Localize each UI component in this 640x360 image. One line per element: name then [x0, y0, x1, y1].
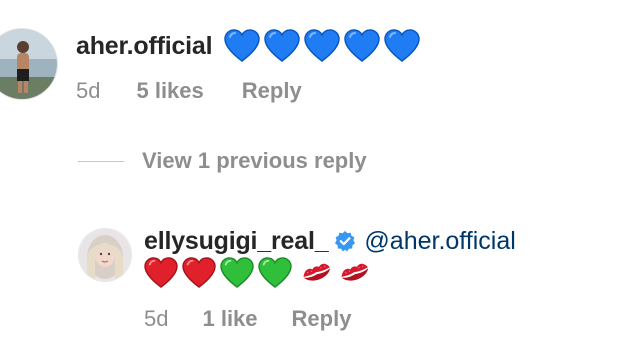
- view-previous-replies-label: View 1 previous reply: [142, 148, 367, 173]
- blue-heart-icon: [384, 29, 421, 63]
- avatar-photo-icon: [79, 229, 131, 281]
- reply-reply-button[interactable]: Reply: [292, 306, 352, 332]
- reply-likes-count[interactable]: 1 like: [202, 306, 257, 332]
- blue-heart-icon: [264, 29, 301, 63]
- reply-meta: 5d 1 like Reply: [144, 306, 351, 332]
- green-heart-icon: [220, 257, 254, 289]
- reply-timestamp: 5d: [144, 306, 169, 331]
- blue-heart-icon: [224, 29, 261, 63]
- avatar-photo-icon: [0, 29, 57, 99]
- comment-body: aher.official: [76, 28, 421, 64]
- verified-badge-icon: [334, 230, 356, 252]
- comment-emoji-text: [224, 29, 421, 63]
- comment: aher.official 5d 5 likes Reply: [0, 0, 640, 130]
- avatar[interactable]: [0, 28, 58, 100]
- thread-divider-line: [78, 160, 124, 162]
- reply-comment: ellysugigi_real_ @aher.official 5d 1 lik…: [0, 210, 640, 360]
- comment-timestamp: 5d: [76, 78, 101, 103]
- red-heart-icon: [182, 257, 216, 289]
- likes-count[interactable]: 5 likes: [136, 78, 203, 104]
- kiss-mark-icon: [300, 258, 334, 288]
- comment-username[interactable]: aher.official: [76, 32, 213, 61]
- mention-link[interactable]: @aher.official: [364, 227, 515, 256]
- reply-avatar[interactable]: [78, 228, 132, 282]
- reply-header: ellysugigi_real_ @aher.official: [144, 224, 516, 258]
- reply-emoji-text: [144, 256, 372, 290]
- reply-button[interactable]: Reply: [242, 78, 302, 104]
- red-heart-icon: [144, 257, 178, 289]
- green-heart-icon: [258, 257, 292, 289]
- kiss-mark-icon: [338, 258, 372, 288]
- reply-username[interactable]: ellysugigi_real_: [144, 227, 329, 256]
- comment-meta: 5d 5 likes Reply: [76, 78, 302, 104]
- view-previous-replies-button[interactable]: View 1 previous reply: [78, 148, 367, 174]
- blue-heart-icon: [304, 29, 341, 63]
- blue-heart-icon: [344, 29, 381, 63]
